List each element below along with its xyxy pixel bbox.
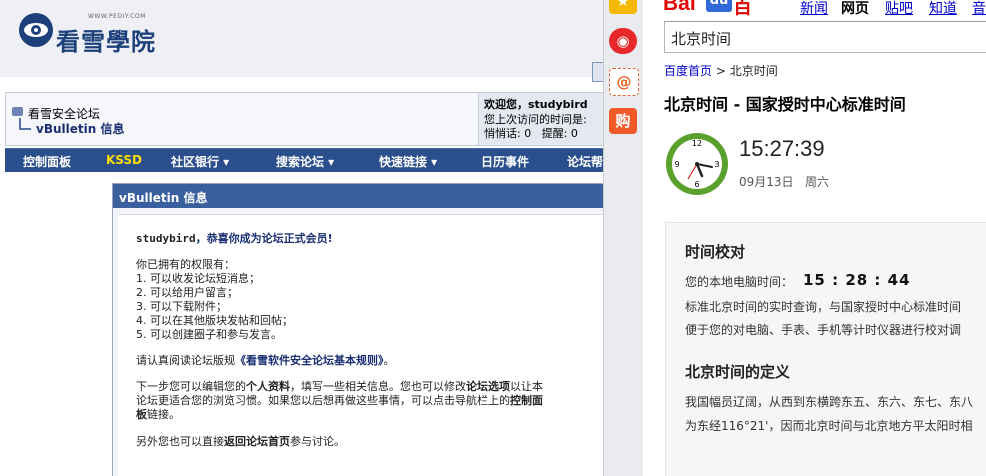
breadcrumb-home-link[interactable]: 百度首页: [664, 64, 712, 78]
local-time-value: 15 : 28 : 44: [803, 271, 911, 289]
forum-header: WWW.PEDIY.COM 看雪學院: [0, 0, 603, 77]
rules-link[interactable]: 《看雪软件安全论坛基本规则》: [235, 354, 384, 367]
nav-tieba[interactable]: 贴吧: [885, 0, 913, 18]
nav-kssd[interactable]: KSSD: [106, 153, 142, 167]
email-icon[interactable]: @: [609, 68, 639, 96]
nav-search-forum[interactable]: 搜索论坛 ▾: [276, 153, 334, 170]
nav-news[interactable]: 新闻: [800, 0, 828, 18]
shopping-bag-icon[interactable]: 购: [609, 108, 637, 134]
forum-home-link[interactable]: 返回论坛首页: [224, 435, 290, 448]
permission-item: 5. 可以创建圈子和参与发言。: [136, 328, 282, 341]
result-breadcrumb: 百度首页 > 北京时间: [664, 62, 778, 79]
clock-num-3: 3: [714, 160, 719, 169]
time-info-card: 时间校对 您的本地电脑时间： 15 : 28 : 44 标准北京时间的实时查询，…: [665, 222, 986, 476]
browser-sidebar: ★ ◉ @ 购: [603, 0, 644, 476]
card-text: 标准北京时间的实时查询，与国家授时中心标准时间: [685, 300, 962, 314]
nav-help[interactable]: 论坛帮: [567, 153, 603, 170]
breadcrumb-box: 看雪安全论坛 vBulletin 信息 欢迎您，studybird 您上次访问的…: [5, 92, 603, 146]
breadcrumb-current: 北京时间: [729, 64, 778, 78]
control-panel-link-cont[interactable]: 板: [136, 408, 147, 421]
definition-heading: 北京时间的定义: [685, 363, 791, 381]
breadcrumb-sep: >: [712, 64, 730, 78]
rules-prefix: 请认真阅读论坛版规: [136, 354, 235, 367]
tree-branch-icon: [19, 118, 31, 130]
baidu-window: Bai du 百度 新闻 网页 贴吧 知道 音 北京时间 百度首页 > 北京时间…: [643, 0, 986, 476]
forum-logo-icon[interactable]: [18, 12, 54, 52]
favorite-star-icon[interactable]: ★: [609, 0, 637, 14]
result-title[interactable]: 北京时间 - 国家授时中心标准时间: [664, 91, 906, 115]
dialog-title: vBulletin 信息: [119, 191, 208, 205]
local-time-label: 您的本地电脑时间：: [685, 275, 794, 289]
weibo-icon[interactable]: ◉: [609, 28, 637, 54]
next-text-line3: 链接。: [147, 408, 180, 421]
baidu-logo-bai: Bai: [663, 0, 696, 15]
next-step-line-3: 板链接。: [136, 406, 180, 422]
back-text-a: 另外您也可以直接: [136, 435, 224, 448]
card-text: 为东经116°21'，因而北京时间与北京地方平太阳时相: [685, 419, 973, 433]
baidu-paw-icon: du: [706, 0, 732, 12]
clock-num-6: 6: [694, 180, 699, 189]
current-time: 15:27:39: [739, 136, 825, 161]
baidu-logo[interactable]: Bai du 百度: [663, 0, 755, 45]
back-text-b: 参与讨论。: [290, 435, 345, 448]
logo-text: 看雪學院: [56, 27, 156, 56]
logo-domain: WWW.PEDIY.COM: [88, 13, 146, 20]
message-counts[interactable]: 悄悄话: 0 提醒: 0: [484, 125, 578, 141]
time-calibration-heading: 时间校对: [685, 243, 746, 261]
nav-music[interactable]: 音: [972, 0, 986, 18]
dialog-title-bar: vBulletin 信息: [113, 184, 603, 208]
current-date: 09月13日 周六: [739, 175, 829, 189]
vbulletin-message-dialog: vBulletin 信息 studybird，恭喜你成为论坛正式会员! 你已拥有…: [112, 183, 603, 476]
clock-num-9: 9: [674, 160, 679, 169]
congrats-text: ，恭喜你成为论坛正式会员!: [195, 232, 333, 245]
window-edge-icon[interactable]: [592, 62, 603, 82]
card-text: 我国幅员辽阔，从西到东横跨东五、东六、东七、东八: [685, 395, 974, 409]
rules-line: 请认真阅读论坛版规《看雪软件安全论坛基本规则》。: [136, 352, 395, 368]
card-text: 便于您的对电脑、手表、手机等计时仪器进行校对调: [685, 323, 962, 337]
forum-navbar: 控制面板 KSSD 社区银行 ▾ 搜索论坛 ▾ 快速链接 ▾ 日历事件 论坛帮: [5, 148, 603, 172]
nav-calendar[interactable]: 日历事件: [481, 153, 529, 170]
next-step-line-2: 论坛更适合您的浏览习惯。如果您以后想再做这些事情，可以点击导航栏上的控制面: [136, 392, 543, 408]
back-home-line: 另外您也可以直接返回论坛首页参与讨论。: [136, 433, 345, 449]
nav-control-panel[interactable]: 控制面板: [23, 153, 71, 170]
nav-community-bank[interactable]: 社区银行 ▾: [171, 153, 229, 170]
congrats-line: studybird，恭喜你成为论坛正式会员!: [136, 230, 333, 246]
nav-web: 网页: [841, 1, 869, 17]
breadcrumb-current: vBulletin 信息: [36, 122, 125, 136]
forum-home-icon: [12, 107, 23, 116]
welcome-panel: 欢迎您，studybird 您上次访问的时间是: 悄悄话: 0 提醒: 0: [478, 93, 603, 145]
forum-window: WWW.PEDIY.COM 看雪學院 看雪安全论坛 vBulletin 信息 欢…: [0, 0, 603, 476]
next-text-line2: 论坛更适合您的浏览习惯。如果您以后想再做这些事情，可以点击导航栏上的: [136, 394, 510, 407]
dialog-body: studybird，恭喜你成为论坛正式会员! 你已拥有的权限有： 1. 可以收发…: [118, 214, 603, 476]
control-panel-link[interactable]: 控制面: [510, 394, 543, 407]
nav-zhidao[interactable]: 知道: [929, 0, 957, 18]
clock-num-12: 12: [692, 139, 702, 148]
rules-suffix: 。: [383, 354, 395, 367]
welcome-greeting[interactable]: 欢迎您，studybird: [484, 96, 588, 112]
username: studybird: [136, 232, 196, 245]
nav-quick-links[interactable]: 快速链接 ▾: [379, 153, 437, 170]
analog-clock-icon: 12 3 6 9: [664, 131, 730, 197]
search-value: 北京时间: [671, 30, 732, 48]
search-input[interactable]: 北京时间: [664, 21, 986, 53]
